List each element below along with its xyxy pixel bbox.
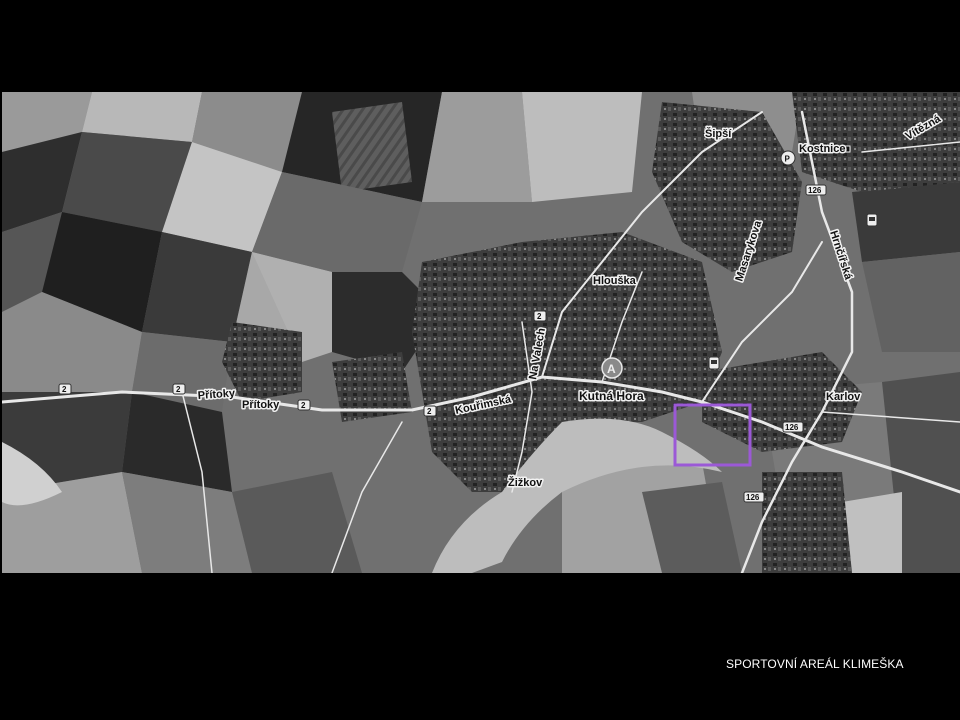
place-label-zizkov: Žižkov — [508, 476, 543, 489]
svg-text:2: 2 — [301, 401, 306, 410]
slide: 2 2 2 2 2 126 126 126 P A Kutná Hora Šip… — [0, 0, 960, 720]
road-shield-126: 126 — [782, 421, 804, 433]
svg-text:2: 2 — [537, 312, 542, 321]
svg-text:A: A — [607, 362, 616, 376]
svg-text:2: 2 — [62, 385, 67, 394]
svg-text:2: 2 — [176, 385, 181, 394]
place-label-hlouska: Hlouška — [593, 275, 637, 287]
bus-icon[interactable] — [866, 213, 878, 227]
place-label-kostnice: Kostnice — [799, 143, 845, 155]
svg-text:126: 126 — [808, 186, 822, 195]
road-shield-126: 126 — [743, 491, 765, 503]
road-shield-2: 2 — [58, 383, 72, 395]
aerial-map[interactable]: 2 2 2 2 2 126 126 126 P A Kutná Hora Šip… — [2, 92, 960, 573]
svg-text:P: P — [785, 155, 791, 164]
place-label-sipsi: Šipší — [705, 127, 732, 140]
road-shield-2: 2 — [172, 383, 186, 395]
map-canvas[interactable]: 2 2 2 2 2 126 126 126 P A Kutná Hora Šip… — [2, 92, 960, 573]
road-shield-2: 2 — [297, 399, 311, 411]
slide-caption: SPORTOVNÍ AREÁL KLIMEŠKA — [726, 657, 904, 671]
road-shield-2: 2 — [423, 405, 437, 417]
svg-text:126: 126 — [746, 493, 760, 502]
road-shield-2: 2 — [533, 310, 547, 322]
parking-icon[interactable]: P — [780, 150, 796, 166]
road-shield-126: 126 — [805, 184, 827, 196]
location-pin-icon[interactable]: A — [601, 357, 623, 379]
place-label-kutna-hora: Kutná Hora — [579, 389, 644, 403]
place-label-pritoky: Přítoky — [242, 399, 280, 411]
svg-text:126: 126 — [785, 423, 799, 432]
place-label-karlov: Karlov — [826, 391, 861, 403]
svg-text:2: 2 — [427, 407, 432, 416]
bus-icon[interactable] — [708, 356, 720, 370]
